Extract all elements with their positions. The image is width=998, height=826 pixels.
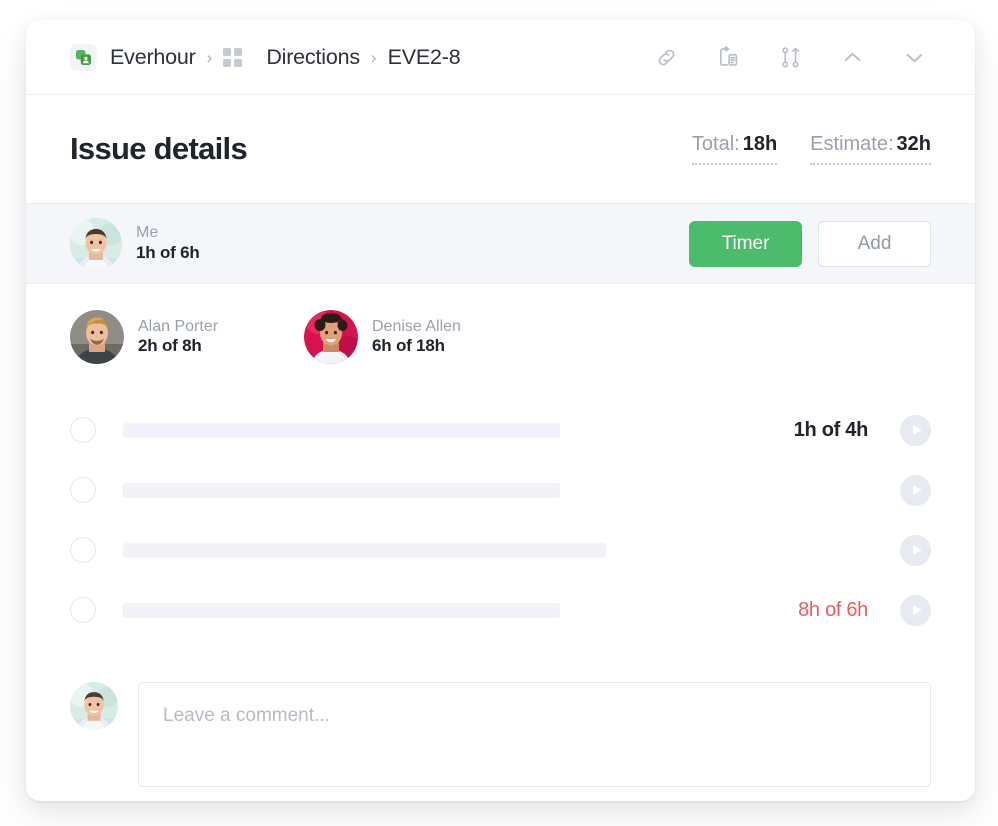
issue-stats: Total:18h Estimate:32h [692,133,931,165]
task-checkbox[interactable] [70,537,96,563]
task-list: 1h of 4h [70,400,931,640]
avatar-denise-allen [304,310,358,364]
time-actions: Timer Add [689,221,931,267]
avatar-alan-porter [70,310,124,364]
page-title: Issue details [70,131,692,167]
stat-total-value: 18h [743,133,777,155]
timer-button[interactable]: Timer [689,221,802,267]
person-me-name: Me [136,223,200,243]
stat-estimate[interactable]: Estimate:32h [810,133,931,165]
task-row[interactable]: 8h of 6h [70,580,931,640]
breadcrumb-separator-2: › [371,49,377,66]
task-checkbox[interactable] [70,417,96,443]
everhour-logo-icon [70,44,97,71]
breadcrumb-item-everhour[interactable]: Everhour [110,45,196,70]
task-title-placeholder [123,543,606,558]
task-title-placeholder [123,423,560,438]
person-me: Me 1h of 6h [70,218,200,270]
person-denise-allen-time: 6h of 18h [372,336,461,357]
link-icon[interactable] [635,34,697,80]
person-denise-allen: Denise Allen 6h of 18h [304,310,461,364]
stat-estimate-label: Estimate: [810,133,893,155]
play-icon[interactable] [900,415,931,446]
play-icon[interactable] [900,475,931,506]
breadcrumb-separator-1: › [207,49,213,66]
stat-total[interactable]: Total:18h [692,133,777,165]
breadcrumb-item-issue-key[interactable]: EVE2-8 [388,45,461,70]
play-icon[interactable] [900,535,931,566]
person-alan-porter-name: Alan Porter [138,317,218,337]
play-icon[interactable] [900,595,931,626]
comment-row [70,682,931,787]
task-time-overage: 8h of 6h [798,599,868,622]
task-row[interactable]: 1h of 4h [70,400,931,460]
avatar-me [70,218,122,270]
stat-total-label: Total: [692,133,740,155]
task-row[interactable] [70,520,931,580]
task-title-placeholder [123,483,560,498]
task-title-placeholder [123,603,560,618]
avatar-me [70,682,118,730]
chevron-up-icon[interactable] [821,34,883,80]
stat-estimate-value: 32h [897,133,931,155]
header-actions [635,34,945,80]
task-checkbox[interactable] [70,597,96,623]
screen-root: Everhour › Directions › EVE2-8 [0,0,998,826]
breadcrumb-item-directions[interactable]: Directions [266,45,360,70]
person-denise-allen-meta: Denise Allen 6h of 18h [372,317,461,357]
clipboard-icon[interactable] [697,34,759,80]
people-row: Alan Porter 2h of 8h [70,284,931,364]
my-time-band: Me 1h of 6h Timer Add [26,204,975,284]
person-alan-porter-time: 2h of 8h [138,336,218,357]
grid-icon[interactable] [223,48,242,67]
person-denise-allen-name: Denise Allen [372,317,461,337]
task-checkbox[interactable] [70,477,96,503]
card-body: Alan Porter 2h of 8h [26,284,975,787]
person-alan-porter: Alan Porter 2h of 8h [70,310,304,364]
issue-card: Everhour › Directions › EVE2-8 [26,20,975,801]
person-alan-porter-meta: Alan Porter 2h of 8h [138,317,218,357]
task-row[interactable] [70,460,931,520]
comment-input[interactable] [138,682,931,787]
breadcrumb: Everhour › Directions › EVE2-8 [70,44,635,71]
issue-details-row: Issue details Total:18h Estimate:32h [26,95,975,204]
person-me-meta: Me 1h of 6h [136,223,200,263]
git-branch-icon[interactable] [759,34,821,80]
add-time-button[interactable]: Add [818,221,931,267]
chevron-down-icon[interactable] [883,34,945,80]
task-time: 1h of 4h [794,419,868,442]
card-header: Everhour › Directions › EVE2-8 [26,20,975,95]
person-me-time: 1h of 6h [136,243,200,264]
